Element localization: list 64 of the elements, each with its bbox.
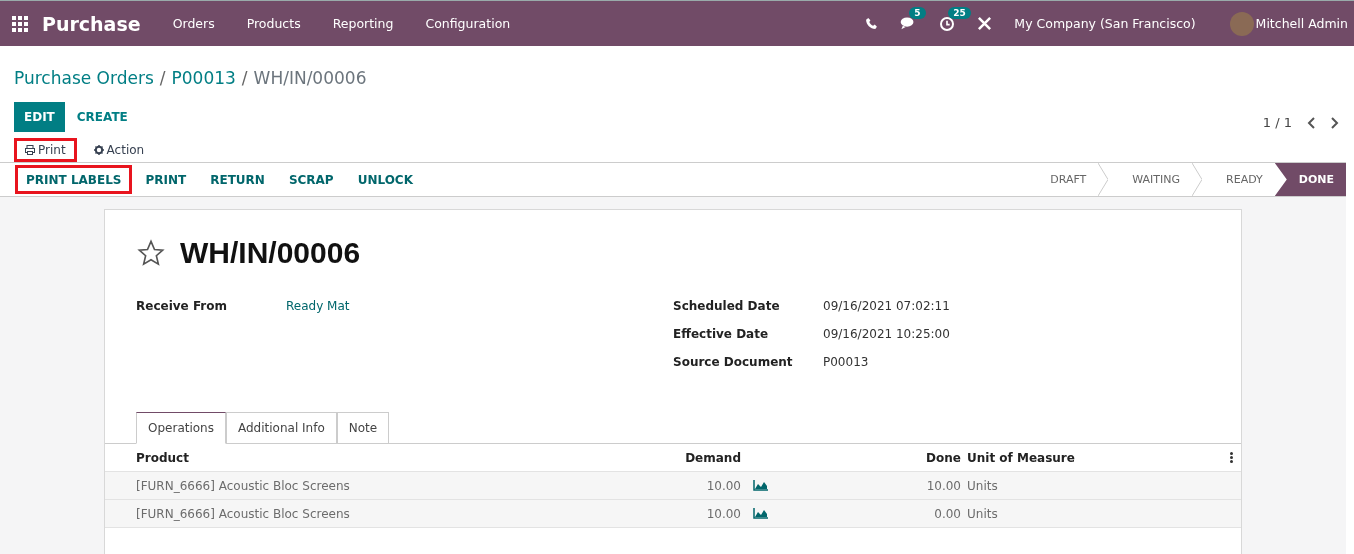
menu-item[interactable]: Reporting [332, 16, 394, 31]
menu-item[interactable]: Products [246, 16, 301, 31]
column-header[interactable]: Demand [631, 450, 741, 465]
field-label: Effective Date [673, 327, 770, 341]
column-header[interactable]: Done [881, 450, 961, 465]
table-cell-text: [FURN_6666] Acoustic Bloc Screens [136, 478, 351, 493]
header-button[interactable]: RETURN [199, 165, 276, 194]
status-step[interactable]: READY [1202, 163, 1275, 196]
menu-item[interactable]: Configuration [425, 16, 511, 31]
message-count-badge: 5 [909, 7, 926, 19]
status-step[interactable]: DONE [1274, 163, 1346, 196]
breadcrumb-link[interactable]: Purchase Orders [14, 68, 154, 88]
printer-icon [25, 145, 35, 155]
field-label: Scheduled Date [673, 299, 781, 313]
field-label: Receive From [136, 299, 228, 313]
forecast-chart-icon[interactable] [753, 480, 768, 491]
field-link[interactable]: Ready Mat [286, 299, 673, 313]
column-header[interactable]: Product [136, 450, 631, 465]
table-cell-text: 10.00 [925, 478, 961, 493]
pager-value: 1 / 1 [1262, 115, 1292, 130]
tab[interactable]: Additional Info [226, 412, 337, 444]
activity-count-badge: 25 [948, 6, 971, 19]
next-icon[interactable] [1330, 116, 1340, 129]
tab[interactable]: Operations [136, 412, 226, 444]
header-button[interactable]: SCRAP [277, 165, 345, 194]
apps-menu-icon[interactable] [12, 15, 28, 32]
table-cell-text: 0.00 [933, 506, 961, 521]
breadcrumb-link[interactable]: P00013 [171, 68, 236, 88]
star-icon[interactable] [136, 239, 166, 267]
header-button[interactable]: UNLOCK [346, 165, 424, 194]
column-header[interactable]: Unit of Measure [961, 450, 1161, 465]
header-button[interactable]: PRINT [134, 165, 198, 194]
clock-icon[interactable] [939, 15, 956, 32]
record-title: WH/IN/00006 [180, 236, 361, 270]
kebab-menu-icon[interactable] [1230, 452, 1233, 463]
menu-item[interactable]: Orders [172, 16, 215, 31]
table-cell-text: Units [966, 478, 999, 493]
action-dropdown[interactable]: Action [82, 138, 156, 162]
status-step[interactable]: DRAFT [1026, 163, 1099, 196]
header-button[interactable]: PRINT LABELS [15, 165, 133, 194]
forecast-chart-icon[interactable] [753, 508, 768, 519]
field-value: 09/16/2021 10:25:00 [823, 327, 951, 341]
breadcrumb-separator: / [159, 68, 166, 88]
breadcrumb-current: WH/IN/00006 [253, 68, 367, 88]
previous-icon[interactable] [1306, 116, 1316, 129]
app-title: Purchase [42, 12, 141, 35]
status-step[interactable]: WAITING [1108, 163, 1193, 196]
tools-icon[interactable] [977, 16, 993, 31]
print-dropdown[interactable]: Print [14, 138, 77, 162]
field-value: P00013 [823, 355, 870, 369]
table-cell-text: 10.00 [705, 506, 741, 521]
company-switcher[interactable]: My Company (San Francisco) [1014, 16, 1196, 31]
gear-icon [93, 145, 104, 155]
field-label: Source Document [673, 355, 794, 369]
table-cell-text: Units [966, 506, 999, 521]
field-value: 09/16/2021 07:02:11 [823, 299, 951, 313]
tab[interactable]: Note [336, 412, 390, 444]
table-cell-text: [FURN_6666] Acoustic Bloc Screens [136, 506, 351, 521]
breadcrumb-separator: / [241, 68, 248, 88]
create-button[interactable]: CREATE [66, 102, 138, 132]
edit-button[interactable]: EDIT [14, 102, 65, 132]
phone-icon[interactable] [865, 17, 879, 30]
table-cell-text: 10.00 [705, 478, 741, 493]
user-menu[interactable]: Mitchell Admin [1255, 16, 1348, 31]
